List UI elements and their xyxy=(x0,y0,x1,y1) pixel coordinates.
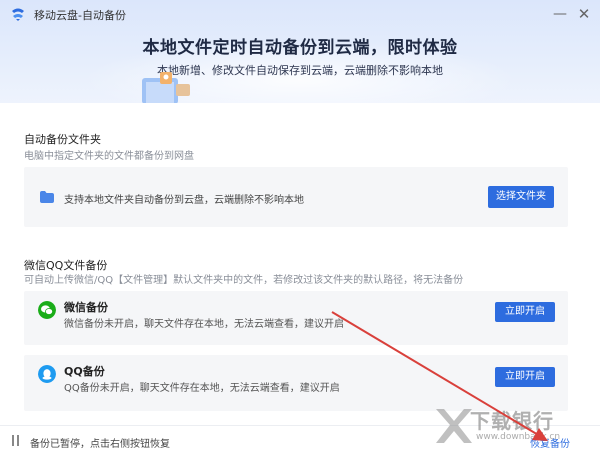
wechat-section-desc: 可自动上传微信/QQ【文件管理】默认文件夹中的文件，若修改过该文件夹的默认路径，… xyxy=(24,275,464,286)
wechat-backup-title: 微信备份 xyxy=(64,301,108,314)
header-banner: 移动云盘-自动备份 — ✕ 本地文件定时自动备份到云端，限时体验 本地新增、修改… xyxy=(0,0,600,103)
laptop-illustration-icon xyxy=(142,72,190,103)
minimize-button[interactable]: — xyxy=(550,4,570,24)
banner-headline: 本地文件定时自动备份到云端，限时体验 xyxy=(142,38,458,58)
watermark-text: 下载银行 xyxy=(470,409,554,433)
folder-section-desc: 电脑中指定文件夹的文件都备份到网盘 xyxy=(24,151,194,162)
watermark-url: www.downbank.cn xyxy=(476,432,561,442)
wechat-icon xyxy=(38,301,56,319)
folder-section-title: 自动备份文件夹 xyxy=(24,133,101,146)
close-button[interactable]: ✕ xyxy=(574,4,594,24)
window-title: 移动云盘-自动备份 xyxy=(34,9,126,22)
folder-card: 支持本地文件夹自动备份到云盘，云端删除不影响本地 选择文件夹 xyxy=(24,167,568,227)
banner-subline: 本地新增、修改文件自动保存到云端，云端删除不影响本地 xyxy=(157,64,443,77)
title-bar[interactable]: 移动云盘-自动备份 — ✕ xyxy=(0,0,600,28)
main-content: 自动备份文件夹 电脑中指定文件夹的文件都备份到网盘 支持本地文件夹自动备份到云盘… xyxy=(0,103,600,425)
qq-backup-title: QQ备份 xyxy=(64,365,105,378)
folder-card-text: 支持本地文件夹自动备份到云盘，云端删除不影响本地 xyxy=(64,195,304,206)
qq-icon xyxy=(38,365,56,383)
app-logo-icon xyxy=(12,8,24,21)
qq-backup-desc: QQ备份未开启，聊天文件存在本地，无法云端查看，建议开启 xyxy=(64,383,340,394)
enable-qq-backup-button[interactable]: 立即开启 xyxy=(495,367,555,387)
enable-wechat-backup-button[interactable]: 立即开启 xyxy=(495,302,555,322)
choose-folder-button[interactable]: 选择文件夹 xyxy=(488,186,554,208)
wechat-backup-card: 微信备份 微信备份未开启，聊天文件存在本地，无法云端查看，建议开启 立即开启 xyxy=(24,291,568,345)
wechat-backup-desc: 微信备份未开启，聊天文件存在本地，无法云端查看，建议开启 xyxy=(64,319,344,330)
pause-icon xyxy=(12,435,19,446)
status-text: 备份已暂停，点击右侧按钮恢复 xyxy=(30,439,170,450)
folder-icon xyxy=(40,191,54,203)
